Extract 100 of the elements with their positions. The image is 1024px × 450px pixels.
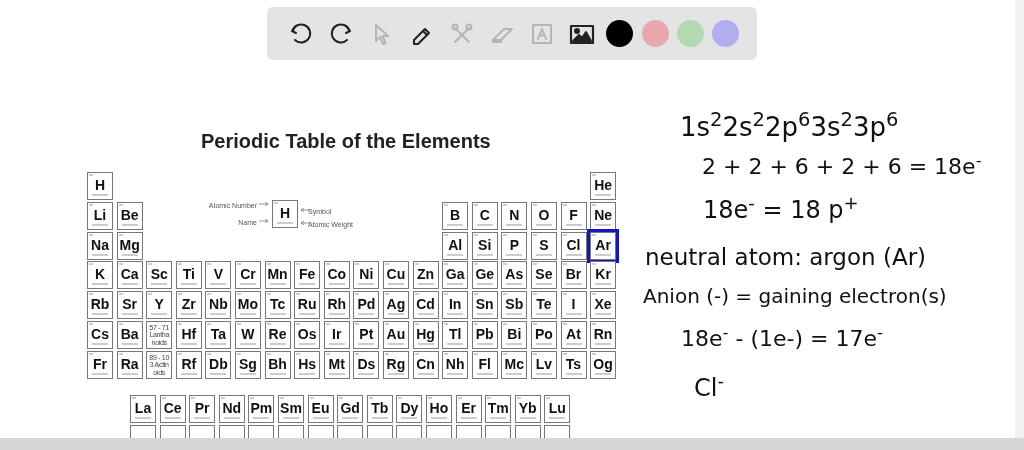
- element-cell: [307, 425, 334, 438]
- element-cell: Sg: [234, 350, 261, 379]
- scrollbar[interactable]: [1015, 0, 1024, 438]
- element-cell: Ni: [353, 261, 380, 290]
- element-cell: Cn: [412, 350, 439, 379]
- element-cell: Pr: [189, 395, 216, 423]
- leader-line: [300, 221, 310, 225]
- element-cell: Re: [264, 321, 291, 349]
- element-cell: In: [442, 291, 469, 320]
- element-cell: Mt: [323, 350, 350, 379]
- element-cell: Lv: [530, 350, 557, 379]
- element-cell: C: [471, 201, 498, 230]
- element-cell: Tm: [485, 395, 512, 423]
- element-cell: Sm: [277, 395, 304, 423]
- element-cell: K: [87, 261, 113, 290]
- element-cell: Tb: [366, 395, 393, 423]
- element-cell: Pb: [471, 321, 498, 349]
- element-cell: Kr: [590, 261, 617, 290]
- element-cell: Hs: [294, 350, 321, 379]
- element-cell: Bi: [501, 321, 528, 349]
- leader-line: [300, 208, 310, 212]
- element-cell: Ge: [471, 261, 498, 290]
- element-cell: Se: [530, 261, 557, 290]
- element-cell: Ru: [294, 291, 321, 320]
- element-cell: Po: [530, 321, 557, 349]
- element-cell: Fl: [471, 350, 498, 379]
- handwritten-note: Cl$^{-}$: [694, 376, 724, 400]
- leader-line: [259, 219, 269, 223]
- handwritten-note: Anion (-) = gaining electron(s): [643, 286, 947, 306]
- element-cell: [514, 425, 541, 438]
- element-cell: Pm: [248, 395, 275, 423]
- element-cell: O: [530, 201, 557, 230]
- element-cell: Ts: [560, 350, 587, 379]
- element-cell: S: [530, 231, 557, 260]
- element-cell: Dy: [396, 395, 423, 423]
- element-cell: Be: [116, 201, 143, 230]
- element-cell: Cr: [234, 261, 261, 290]
- element-cell: [130, 425, 156, 438]
- element-cell: Ds: [353, 350, 380, 379]
- element-cell: Fr: [87, 350, 113, 379]
- element-cell: Ti: [175, 261, 202, 290]
- element-cell: Nd: [218, 395, 245, 423]
- element-cell: Eu: [307, 395, 334, 423]
- element-cell: Rb: [87, 291, 113, 320]
- element-cell: Al: [442, 231, 469, 260]
- element-cell: H: [87, 172, 113, 200]
- element-cell: W: [234, 321, 261, 349]
- element-cell: Cs: [87, 321, 113, 349]
- element-cell: Ce: [159, 395, 186, 423]
- element-cell: [337, 425, 364, 438]
- element-cell: Rn: [590, 321, 617, 349]
- element-cell: [159, 425, 186, 438]
- element-cell: Cu: [382, 261, 409, 290]
- element-cell: V: [205, 261, 232, 290]
- element-cell: Mo: [234, 291, 261, 320]
- element-cell: Lu: [544, 395, 571, 423]
- element-cell: As: [501, 261, 528, 290]
- element-cell: Er: [455, 395, 482, 423]
- color-swatch[interactable]: [606, 20, 634, 47]
- element-cell: [189, 425, 216, 438]
- element-cell: N: [501, 201, 528, 230]
- legend-cell: H: [272, 200, 298, 228]
- color-swatch[interactable]: [641, 20, 669, 47]
- element-cell: Ne: [590, 201, 617, 230]
- handwritten-note: neutral atom: argon (Ar): [645, 246, 927, 269]
- element-cell: He: [590, 172, 617, 200]
- element-cell: Pt: [353, 321, 380, 349]
- element-cell: At: [560, 321, 587, 349]
- element-cell: Sr: [116, 291, 143, 320]
- element-cell: [366, 425, 393, 438]
- element-cell: Tl: [442, 321, 469, 349]
- element-cell: Ar: [590, 231, 617, 260]
- element-cell: Gd: [337, 395, 364, 423]
- element-cell: B: [442, 201, 469, 230]
- element-cell: Ta: [205, 321, 232, 349]
- element-cell: Hg: [412, 321, 439, 349]
- element-cell: Ir: [323, 321, 350, 349]
- element-cell: [218, 425, 245, 438]
- color-swatch[interactable]: [711, 20, 739, 47]
- leader-line: [259, 202, 269, 206]
- element-cell: Li: [87, 201, 113, 230]
- element-cell: Te: [530, 291, 557, 320]
- element-cell: [396, 425, 423, 438]
- color-swatch[interactable]: [676, 20, 704, 47]
- element-cell: Sn: [471, 291, 498, 320]
- element-cell: Hf: [175, 321, 202, 349]
- element-cell: Y: [146, 291, 173, 320]
- element-cell: Au: [382, 321, 409, 349]
- element-cell: [248, 425, 275, 438]
- element-cell: [455, 425, 482, 438]
- handwritten-note: 18e$^{-}$ - (1e-) = 17e$^{-}$: [681, 328, 883, 350]
- element-cell: Co: [323, 261, 350, 290]
- element-cell: Ra: [116, 350, 143, 379]
- element-cell: Db: [205, 350, 232, 379]
- element-cell: Xe: [590, 291, 617, 320]
- element-cell: Fe: [294, 261, 321, 290]
- element-cell: Ca: [116, 261, 143, 290]
- element-cell: Si: [471, 231, 498, 260]
- element-cell: Nb: [205, 291, 232, 320]
- element-cell: Ba: [116, 321, 143, 349]
